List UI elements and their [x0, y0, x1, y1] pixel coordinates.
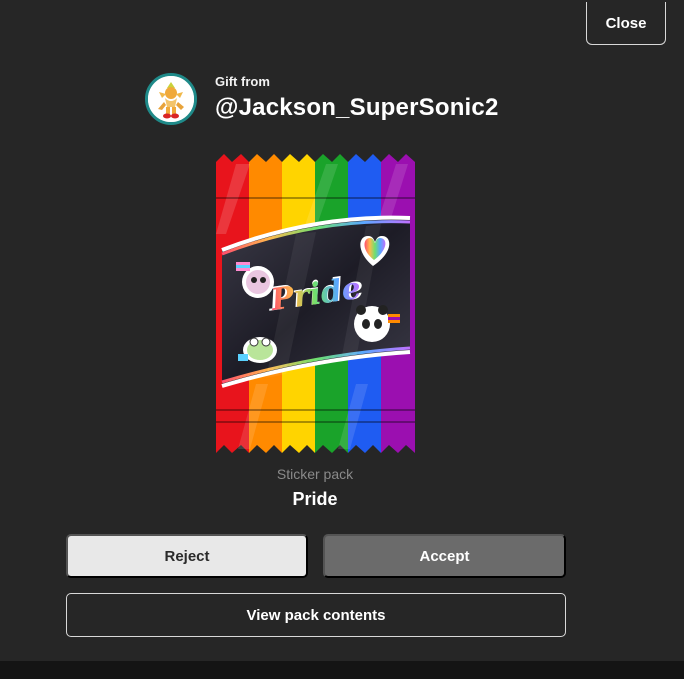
- sticker-pack-artwork[interactable]: Pride Pride: [216, 154, 415, 453]
- accept-button[interactable]: Accept: [323, 534, 566, 578]
- gift-from-label: Gift from: [215, 74, 270, 89]
- bottom-bar: [0, 661, 684, 679]
- pack-wrapper-image: Pride Pride: [216, 154, 415, 453]
- sonic-character-icon: [148, 76, 194, 122]
- view-pack-contents-button[interactable]: View pack contents: [66, 593, 566, 637]
- close-button[interactable]: Close: [586, 2, 666, 45]
- gift-dialog: Close Gift from @Jackson_SuperSonic2 Pri…: [0, 0, 684, 661]
- sender-username: @Jackson_SuperSonic2: [215, 94, 499, 121]
- pack-type-label: Sticker pack: [276, 466, 354, 482]
- sender-avatar[interactable]: [145, 73, 197, 125]
- pack-name: Pride: [292, 489, 338, 509]
- reject-button[interactable]: Reject: [66, 534, 308, 578]
